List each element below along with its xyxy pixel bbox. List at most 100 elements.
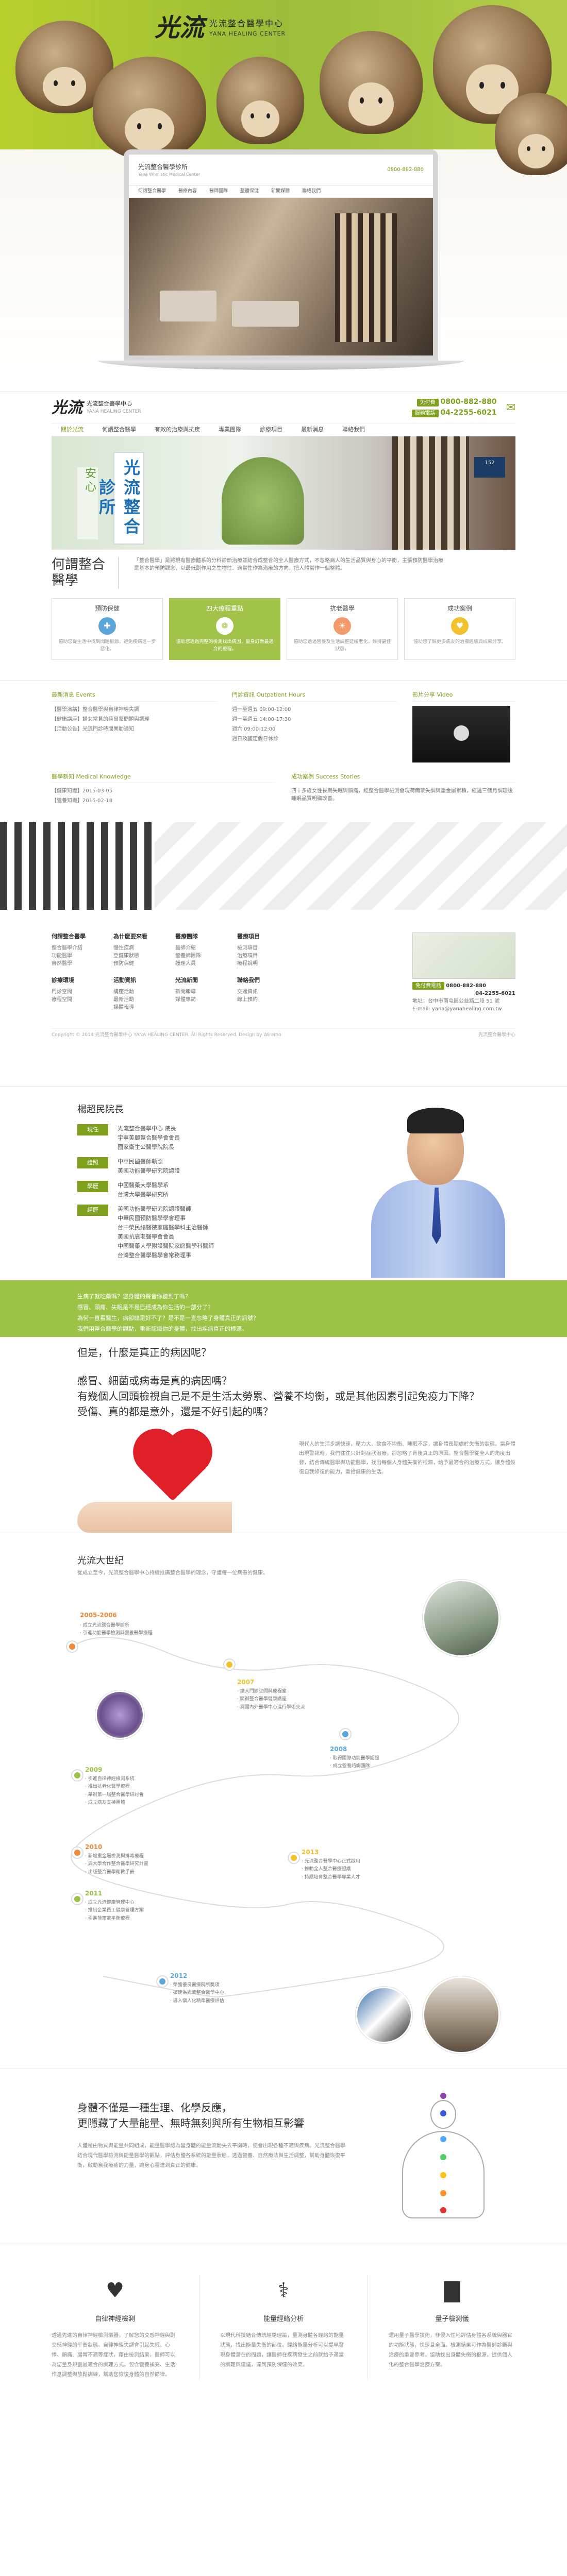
decorative-pattern [0,822,567,910]
card-text: 協助您了解更多病友的治療經驗與成果分享。 [413,639,506,645]
footer-link[interactable]: 媒體專訪 [175,996,232,1004]
mockup-nav-item[interactable]: 何謂整合醫學 [138,188,166,195]
footer-link[interactable]: 整合醫學介紹 [52,944,108,952]
footer-link[interactable]: 療程說明 [237,960,294,968]
nav-item[interactable]: 何謂整合醫學 [93,426,145,434]
footer-col-title[interactable]: 光流新聞 [175,976,232,985]
timeline-node[interactable] [289,1853,299,1863]
location-map[interactable] [412,933,515,979]
mockup-nav-item[interactable]: 醫師團隊 [209,188,228,195]
mockup-title: 光流整合醫學診所 [138,163,188,171]
footer-col-title[interactable]: 聯絡我們 [237,976,294,985]
footer-link[interactable]: 營養師團隊 [175,952,232,960]
energy-heading-line: 身體不僅是一種生理、化學反應， [77,2102,232,2114]
card-text: 協助您透過完整的檢測找出病因，量身訂做最適合的療程。 [176,639,274,652]
footer-logo[interactable]: 光流整合醫學中心 [478,1032,515,1039]
feature-card[interactable]: 抗老醫學 ☀ 協助您透過營養及生活調整延緩老化，維持最佳狀態。 [287,598,398,660]
service-phone[interactable]: 04-2255-6021 [441,409,497,417]
hero-logo[interactable]: 光流 光流整合醫學中心 YANA HEALING CENTER [155,9,286,46]
timeline-node[interactable] [224,1659,235,1670]
timeline-year: 2007 [237,1679,255,1686]
footer-col-title[interactable]: 醫療項目 [237,933,294,941]
footer-link[interactable]: 講座活動 [113,988,170,996]
nav-item[interactable]: 專業團隊 [209,426,251,434]
energy-heading: 身體不僅是一種生理、化學反應， 更隱藏了大量能量、無時無刻與所有生物相互影響 [77,2100,304,2131]
timeline-text: ‧ 成立光流健康管理中心 ‧ 推出企業員工健康管理方案 ‧ 引進荷爾蒙平衡療程 [85,1900,144,1921]
news-item[interactable]: 【健康講座】婦女常見的荷爾蒙問題與調理 [52,716,216,723]
timeline-year: 2005-2006 [80,1612,117,1619]
footer-link[interactable]: 護理人員 [175,960,232,968]
nav-item[interactable]: 最新消息 [292,426,333,434]
timeline-node[interactable] [72,1848,82,1858]
footer-phone-2[interactable]: 04-2255-6021 [475,991,515,996]
profile-label: 經歷 [77,1205,108,1216]
footer-link[interactable]: 自然醫學 [52,960,108,968]
footer-link[interactable]: 媒體報導 [113,1004,170,1011]
footer-link[interactable]: 療程空間 [52,996,108,1004]
nav-item[interactable]: 診療項目 [251,426,292,434]
nav-item[interactable]: 聯絡我們 [333,426,374,434]
doctor-section: 楊超民院長 現任 光流整合醫學中心 院長 宇寧美麗整合醫學會會長 國家衛生公醫學院… [0,1087,567,1373]
timeline-node[interactable] [340,1729,351,1739]
footer-col-title[interactable]: 診療環境 [52,976,108,985]
footer-link[interactable]: 功能醫學 [52,952,108,960]
nav-item[interactable]: 關於光流 [52,426,93,434]
flower-icon: ❁ [216,617,234,635]
copyright: Copyright © 2014 光流整合醫學中心 YANA HEALING C… [52,1032,281,1038]
tollfree-phone[interactable]: 0800-882-880 [441,398,497,406]
footer-link[interactable]: 線上預約 [237,996,294,1004]
footer-phone[interactable]: 0800-882-880 [446,983,486,989]
news-item[interactable]: 【活動公告】光流門診時間異動通知 [52,725,216,733]
footer-link[interactable]: 醫師介紹 [175,944,232,952]
feature-card[interactable]: 成功案例 ♥ 協助您了解更多病友的治療經驗與成果分享。 [404,598,515,660]
footer-link[interactable]: 門診空間 [52,988,108,996]
video-player[interactable] [412,705,510,762]
footer-col-title[interactable]: 活動資訊 [113,976,170,985]
cases-block: 成功案例 Success Stories 四十多歲女性長期失眠與頭痛，經整合醫學… [291,773,515,807]
chat-icon[interactable]: ✉ [506,399,515,416]
footer-link[interactable]: 新聞報導 [175,988,232,996]
footer-link[interactable]: 交通資訊 [237,988,294,996]
feature-card[interactable]: 預防保健 ✚ 協助您從生活中找到問題根源，避免疾病進一步惡化。 [52,598,163,660]
footer-link[interactable]: 亞健康狀態 [113,952,170,960]
news-heading: 最新消息 Events [52,691,216,702]
knowledge-item[interactable]: 【營養知識】2015-02-18 [52,797,276,805]
timeline-node[interactable] [157,1976,168,1987]
nav-item[interactable]: 有效的治療與抗疾 [145,426,209,434]
mockup-nav-item[interactable]: 醫療內容 [178,188,197,195]
play-icon[interactable] [454,725,469,741]
question-line: 有幾個人回頭檢視自己是不是生活太勞累、營養不均衡，或是其他因素引起免疫力下降？ [77,1390,479,1402]
footer-col-title[interactable]: 醫療團隊 [175,933,232,941]
site-logo[interactable]: 光流 光流整合醫學中心 YANA HEALING CENTER [52,396,141,419]
timeline-node[interactable] [72,1894,82,1904]
footer-link-grid: 何謂整合醫學 整合醫學介紹 功能醫學 自然醫學 為什麼要來看 慢性疾病 亞健康狀態 預防保健… [52,933,294,1013]
timeline-node[interactable] [72,1770,82,1781]
footer-col-title[interactable]: 何謂整合醫學 [52,933,108,941]
building-photo [423,1580,500,1657]
feature-card[interactable]: 四大療程重點 ❁ 協助您透過完整的檢測找出病因，量身訂做最適合的療程。 [169,598,280,660]
doctor-profile: 現任 光流整合醫學中心 院長 宇寧美麗整合醫學會會長 國家衛生公醫學院院長 證照中… [77,1124,345,1265]
footer-link[interactable]: 檢測項目 [237,944,294,952]
footer-link[interactable]: 最新活動 [113,996,170,1004]
heart-text: 現代人的生活步調快速，壓力大、飲食不均衡、睡眠不足，讓身體長期處於失衡的狀態。當… [299,1442,515,1475]
doctor-photo [361,1103,515,1278]
profile-label: 學歷 [77,1181,108,1192]
profile-value: 中華民國醫師執照 美國功能醫學研究院認證 [118,1158,180,1174]
footer-email[interactable]: E-mail: yana@yanahealing.com.tw [412,1005,515,1013]
news-list: 最新消息 Events 【醫學演講】整合醫學與自律神經失調 【健康講座】婦女常見… [52,691,216,762]
video-heading: 影片分享 Video [412,691,515,702]
timeline-node[interactable] [67,1641,77,1652]
footer-link[interactable]: 慢性疾病 [113,944,170,952]
footer-link[interactable]: 預防保健 [113,960,170,968]
mockup-nav-item[interactable]: 聯絡我們 [302,188,321,195]
footer-col-title[interactable]: 為什麼要來看 [113,933,170,941]
service-card: ♥ 自律神經檢測 透過先進的自律神經檢測儀器，了解您的交感神經與副交感神經的平衡… [52,2275,178,2380]
footer-address: 地址：台中市南屯區公益路二段 51 號 [412,998,500,1004]
mockup-nav-item[interactable]: 新聞媒體 [271,188,290,195]
knowledge-item[interactable]: 【健康知識】2015-03-05 [52,787,276,795]
heart-icon [140,1435,206,1501]
mockup-nav-item[interactable]: 整體保健 [240,188,259,195]
clinic-lobby-photo [129,198,433,355]
footer-link[interactable]: 治療項目 [237,952,294,960]
news-item[interactable]: 【醫學演講】整合醫學與自律神經失調 [52,706,216,714]
